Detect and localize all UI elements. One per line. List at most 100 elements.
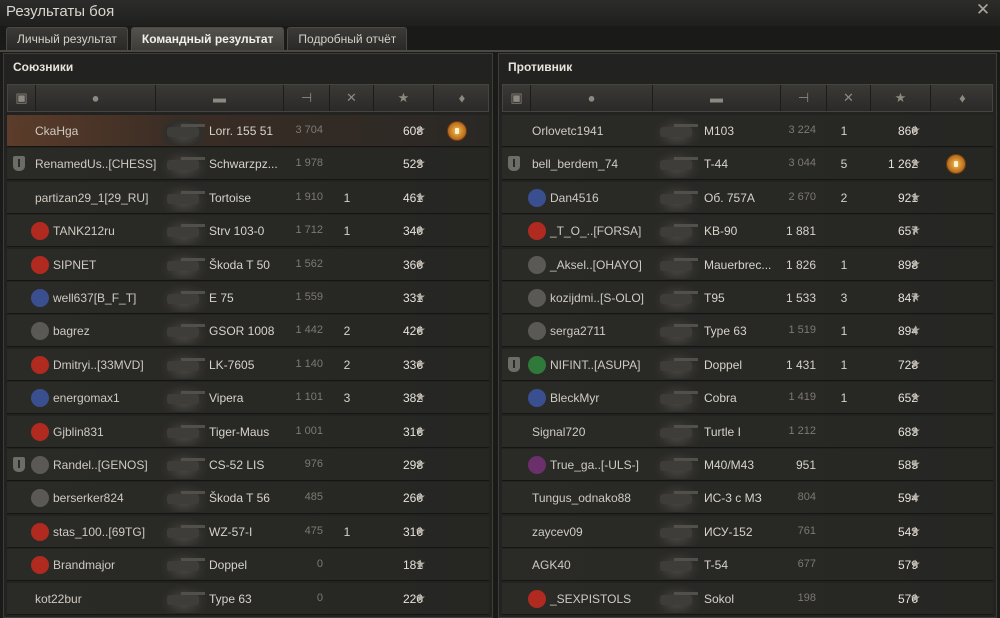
player-row[interactable]: Dan4516 Об. 757А 2 670 2 921 ★	[502, 181, 993, 214]
medal-icon[interactable]	[447, 121, 467, 141]
player-name[interactable]: bagrez	[53, 324, 90, 338]
player-name[interactable]: Tungus_odnako88	[532, 491, 631, 505]
player-name[interactable]: kot22bur	[35, 592, 82, 606]
medal-icon[interactable]	[946, 154, 966, 175]
player-name[interactable]: AGK40	[532, 558, 571, 572]
player-row[interactable]: Orlovetc1941 M103 3 224 1 860 ★	[502, 115, 993, 147]
player-row[interactable]: kozijdmi..[S-OLO] T95 1 533 3 847 ★	[502, 282, 993, 314]
platoon-column-header[interactable]: ▣	[8, 85, 36, 111]
player-name[interactable]: CkaHga	[35, 124, 78, 138]
player-row[interactable]: RenamedUs..[CHESS] Schwarzpz... 1 978 523 ★	[7, 148, 489, 181]
player-name[interactable]: Orlovetc1941	[532, 124, 603, 138]
player-column-header[interactable]: ●	[36, 85, 156, 111]
player-name[interactable]: _SEXPISTOLS	[550, 592, 631, 606]
player-row[interactable]: well637[B_F_T] E 75 1 559 331 ★	[7, 282, 489, 314]
player-row[interactable]: Signal720 Turtle I1 212 683 ★	[502, 415, 993, 448]
player-row[interactable]: TANK212ru Strv 103-0 1 712 1 340 ★	[7, 215, 489, 248]
player-name[interactable]: berserker824	[53, 491, 124, 505]
tank-column-header[interactable]: ▬	[653, 85, 781, 111]
player-row[interactable]: zaycev09 ИСУ-152 761 543 ★	[502, 515, 993, 548]
frags-icon: ✕	[346, 90, 357, 105]
tank-icon	[161, 284, 207, 312]
clan-emblem-icon	[31, 456, 49, 474]
player-name[interactable]: Signal720	[532, 425, 585, 439]
player-row[interactable]: kot22bur Type 63 0 220 ★	[7, 582, 489, 615]
player-row[interactable]: NIFINT..[ASUPA] Doppel 1 431 1 728 ★	[502, 348, 993, 381]
player-row[interactable]: bagrez GSOR 1008 1 442 2 426 ★	[7, 315, 489, 348]
player-row[interactable]: partizan29_1[29_RU] Tortoise 1 910 1 461 ★	[7, 181, 489, 214]
player-row[interactable]: berserker824 Škoda T 56 485 260 ★	[7, 482, 489, 515]
player-name[interactable]: zaycev09	[532, 525, 583, 539]
tank-icon	[654, 451, 700, 479]
player-name[interactable]: BleckMyr	[550, 391, 599, 405]
frags-column-header[interactable]: ✕	[330, 85, 374, 111]
player-name[interactable]: Brandmajor	[53, 558, 115, 572]
star-icon: ★	[415, 423, 426, 438]
frags-value: 2	[343, 324, 351, 339]
star-icon: ★	[415, 390, 426, 405]
player-name[interactable]: partizan29_1[29_RU]	[35, 191, 148, 205]
player-name[interactable]: True_ga..[-ULS-]	[550, 458, 639, 472]
player-name[interactable]: bell_berdem_74	[532, 157, 618, 171]
player-column-header[interactable]: ●	[531, 85, 653, 111]
player-row[interactable]: stas_100..[69TG] WZ-57-I 475 1 310 ★	[7, 515, 489, 548]
damage-column-header[interactable]: ⊣	[781, 85, 827, 111]
player-name[interactable]: Gjblin831	[53, 425, 104, 439]
player-row[interactable]: serga2711 Type 63 1 519 1 894 ★	[502, 315, 993, 348]
tank-icon	[654, 117, 700, 145]
clan-emblem-icon	[528, 322, 546, 341]
platoon-column-header[interactable]: ▣	[503, 85, 531, 111]
frags-value: 1	[840, 357, 848, 372]
player-row[interactable]: Randel..[GENOS] CS-52 LIS 976 298 ★	[7, 449, 489, 481]
player-name[interactable]: SIPNET	[53, 258, 96, 272]
player-row[interactable]: AGK40 T-54 677 579 ★	[502, 549, 993, 582]
player-name[interactable]: RenamedUs..[CHESS]	[35, 157, 156, 171]
player-name[interactable]: Randel..[GENOS]	[53, 458, 148, 472]
player-name[interactable]: well637[B_F_T]	[53, 291, 136, 305]
tank-column-header[interactable]: ▬	[156, 85, 284, 111]
medal-column-header[interactable]: ♦	[931, 85, 994, 111]
player-name[interactable]: Dmitryi..[33MVD]	[53, 358, 144, 372]
tank-name: Tortoise	[209, 190, 252, 205]
xp-column-header[interactable]: ★	[374, 85, 434, 111]
player-row[interactable]: BleckMyr Cobra 1 419 1 652 ★	[502, 382, 993, 415]
player-row[interactable]: SIPNET Škoda T 50 1 562 360 ★	[7, 248, 489, 281]
clan-emblem-icon	[528, 456, 546, 474]
clan-emblem-icon	[31, 422, 49, 441]
player-row[interactable]: _Aksel..[OHAYO] Mauerbrec... 1 826 1 898 ★	[502, 248, 993, 281]
clan-emblem-icon	[31, 389, 49, 408]
player-name[interactable]: Dan4516	[550, 191, 599, 205]
star-icon: ★	[415, 123, 426, 137]
player-row[interactable]: Dmitryi..[33MVD] LK-7605 1 140 2 336 ★	[7, 348, 489, 381]
platoon-icon	[13, 457, 25, 472]
player-name[interactable]: stas_100..[69TG]	[53, 525, 145, 539]
damage-value: 2 670	[788, 190, 816, 203]
xp-column-header[interactable]: ★	[871, 85, 931, 111]
player-row[interactable]: CkaHga Lorr. 155 51 3 704 608 ★	[7, 115, 489, 147]
star-icon: ★	[415, 523, 426, 538]
star-icon: ★	[415, 189, 426, 204]
player-name[interactable]: _Aksel..[OHAYO]	[550, 258, 642, 272]
tab-team-result[interactable]: Командный результат	[130, 27, 285, 50]
player-row[interactable]: Gjblin831 Tiger-Maus 1 001 316 ★	[7, 415, 489, 448]
player-row[interactable]: _T_O_..[FORSA] KB-90 1 881 657 ★	[502, 215, 993, 248]
player-name[interactable]: kozijdmi..[S-OLO]	[550, 291, 644, 305]
player-row[interactable]: energomax1 Vipera 1 101 3 382 ★	[7, 382, 489, 415]
tab-detailed-report[interactable]: Подробный отчёт	[287, 27, 408, 50]
damage-column-header[interactable]: ⊣	[284, 85, 330, 111]
medal-column-header[interactable]: ♦	[434, 85, 490, 111]
frags-column-header[interactable]: ✕	[827, 85, 871, 111]
player-row[interactable]: Tungus_odnako88 ИС-3 с МЗ 804 594 ★	[502, 482, 993, 515]
player-name[interactable]: TANK212ru	[53, 224, 115, 238]
star-icon: ★	[415, 223, 426, 238]
player-row[interactable]: True_ga..[-ULS-] M40/M43 951 585 ★	[502, 449, 993, 481]
player-name[interactable]: serga2711	[550, 324, 606, 338]
player-row[interactable]: bell_berdem_74 T-44 3 044 5 1 262 ★	[502, 148, 993, 181]
player-name[interactable]: _T_O_..[FORSA]	[550, 224, 641, 238]
close-icon[interactable]: ✕	[974, 1, 992, 19]
player-name[interactable]: energomax1	[53, 391, 120, 405]
player-row[interactable]: Brandmajor Doppel 0 181 ★	[7, 549, 489, 582]
player-row[interactable]: _SEXPISTOLS Sokol 198 570 ★	[502, 582, 993, 615]
player-name[interactable]: NIFINT..[ASUPA]	[550, 358, 640, 372]
tab-personal-result[interactable]: Личный результат	[6, 27, 128, 50]
